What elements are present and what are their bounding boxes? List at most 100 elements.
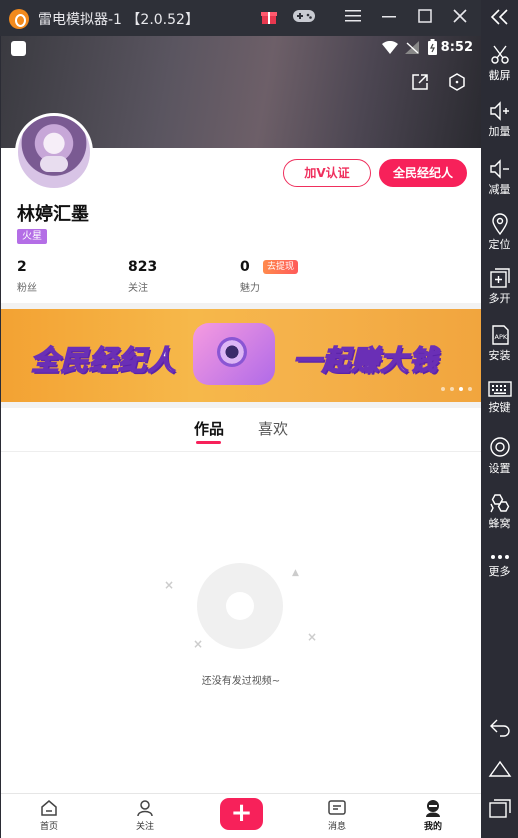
stat-label: 魅力 — [240, 283, 260, 294]
nav-follow[interactable]: 关注 — [115, 798, 175, 832]
sidebar-item-label: 蜂窝 — [488, 517, 511, 530]
stat-label: 关注 — [128, 283, 148, 294]
stat-fans[interactable]: 2 粉丝 — [17, 259, 37, 294]
collapse-sidebar-button[interactable] — [481, 8, 518, 26]
nav-label: 首页 — [39, 822, 58, 832]
carousel-dot — [450, 387, 454, 391]
bottom-nav: 首页 关注 + 消息 我的 — [1, 793, 481, 838]
carousel-dot — [441, 387, 445, 391]
close-icon[interactable] — [449, 8, 471, 28]
notification-icon — [11, 41, 26, 56]
sidebar-item-install[interactable]: APK 安装 — [481, 324, 518, 363]
sidebar-item-more[interactable]: 更多 — [481, 552, 518, 579]
avatar[interactable] — [15, 113, 93, 191]
withdraw-tag[interactable]: 去提现 — [263, 260, 299, 274]
sidebar-item-label: 更多 — [488, 565, 511, 578]
home-triangle-icon[interactable] — [488, 758, 512, 780]
me-icon — [426, 800, 440, 817]
camera-illustration — [193, 323, 275, 385]
plus-icon: + — [230, 798, 253, 828]
sidebar-item-volume-down[interactable]: 减量 — [481, 158, 518, 197]
share-icon — [412, 74, 428, 90]
carousel-dot — [468, 387, 472, 391]
banner-right-text: 一起赚大钱 — [292, 343, 439, 378]
nav-messages[interactable]: 消息 — [307, 798, 367, 832]
empty-state-text: 还没有发过视频~ — [201, 676, 281, 687]
tab-works[interactable]: 作品 — [194, 418, 224, 439]
sidebar-item-beehive[interactable]: 蜂窝 — [481, 492, 518, 531]
minimize-icon[interactable] — [378, 8, 400, 28]
sidebar-item-location[interactable]: 定位 — [481, 213, 518, 252]
settings-button[interactable] — [447, 72, 467, 92]
sidebar-item-screenshot[interactable]: 截屏 — [481, 44, 518, 83]
more-icon — [490, 555, 509, 559]
level-badge: 火星 — [17, 229, 47, 244]
status-time: 8:52 — [440, 40, 473, 55]
decor-cross: × — [164, 578, 175, 592]
location-icon — [491, 213, 508, 235]
app-logo-icon — [9, 9, 29, 29]
nav-me[interactable]: 我的 — [403, 798, 463, 832]
sidebar-item-label: 截屏 — [488, 69, 511, 82]
stat-label: 粉丝 — [17, 283, 37, 294]
phone-screen: 8:52 加V认证 全民经纪人 林婷汇墨 火星 2 粉丝 823 关注 0 魅力… — [1, 36, 481, 838]
wifi-icon — [382, 41, 398, 54]
signal-icon — [405, 41, 419, 54]
stat-value: 0 — [240, 259, 250, 275]
gamepad-icon[interactable] — [291, 8, 317, 28]
multi-open-icon — [489, 268, 510, 288]
sidebar-item-label: 按键 — [488, 401, 511, 414]
nav-label: 关注 — [135, 822, 154, 832]
double-chevron-left-icon — [490, 9, 508, 25]
volume-down-icon — [489, 159, 509, 179]
sidebar-item-label: 加量 — [488, 125, 511, 138]
stat-following[interactable]: 823 关注 — [128, 259, 157, 294]
volume-up-icon — [489, 101, 509, 121]
sidebar-item-multi-open[interactable]: 多开 — [481, 267, 518, 306]
sidebar-item-label: 多开 — [488, 292, 511, 305]
nav-label: 我的 — [423, 822, 442, 832]
carousel-dot — [459, 387, 463, 391]
sidebar-item-label: 定位 — [488, 238, 511, 251]
tab-likes[interactable]: 喜欢 — [258, 418, 288, 439]
stat-value: 2 — [17, 259, 27, 275]
sidebar-item-label: 设置 — [488, 462, 511, 475]
username: 林婷汇墨 — [17, 204, 89, 225]
nav-label: 消息 — [327, 822, 346, 832]
promo-banner[interactable]: 全民经纪人 一起赚大钱 — [1, 309, 481, 402]
sidebar-item-volume-up[interactable]: 加量 — [481, 100, 518, 139]
banner-left-text: 全民经纪人 — [30, 343, 177, 378]
beehive-icon — [489, 494, 509, 513]
window-title: 雷电模拟器-1 【2.0.52】 — [38, 12, 199, 28]
sidebar-item-label: 安装 — [488, 349, 511, 362]
sidebar-item-keys[interactable]: 按键 — [481, 380, 518, 415]
content-tabs: 作品 喜欢 — [1, 408, 481, 452]
nav-home[interactable]: 首页 — [19, 798, 79, 832]
keyboard-icon — [487, 381, 512, 397]
recent-apps-icon[interactable] — [488, 797, 512, 819]
add-video-button[interactable]: + — [220, 798, 263, 830]
stat-value: 823 — [128, 259, 158, 275]
share-button[interactable] — [410, 72, 430, 92]
follow-icon — [137, 800, 153, 817]
verify-v-button[interactable]: 加V认证 — [283, 159, 371, 187]
battery-icon — [428, 39, 437, 55]
message-icon — [328, 800, 346, 815]
home-icon — [41, 800, 57, 816]
status-bar: 8:52 — [1, 36, 481, 60]
sidebar-item-label: 减量 — [488, 183, 511, 196]
back-icon[interactable] — [488, 716, 512, 738]
empty-video-icon — [197, 563, 283, 649]
settings-icon — [489, 437, 510, 457]
scissors-icon — [490, 45, 509, 64]
hexagon-settings-icon — [449, 73, 465, 91]
emulator-titlebar: 雷电模拟器-1 【2.0.52】 — [0, 0, 518, 36]
agent-button[interactable]: 全民经纪人 — [379, 159, 467, 187]
sidebar-item-settings[interactable]: 设置 — [481, 435, 518, 476]
maximize-icon[interactable] — [414, 8, 436, 28]
stat-charm[interactable]: 0 魅力 — [240, 259, 260, 294]
active-tab-indicator — [196, 441, 221, 444]
apk-install-icon: APK — [491, 325, 509, 345]
gift-icon[interactable] — [258, 8, 280, 28]
menu-icon[interactable] — [342, 8, 364, 28]
